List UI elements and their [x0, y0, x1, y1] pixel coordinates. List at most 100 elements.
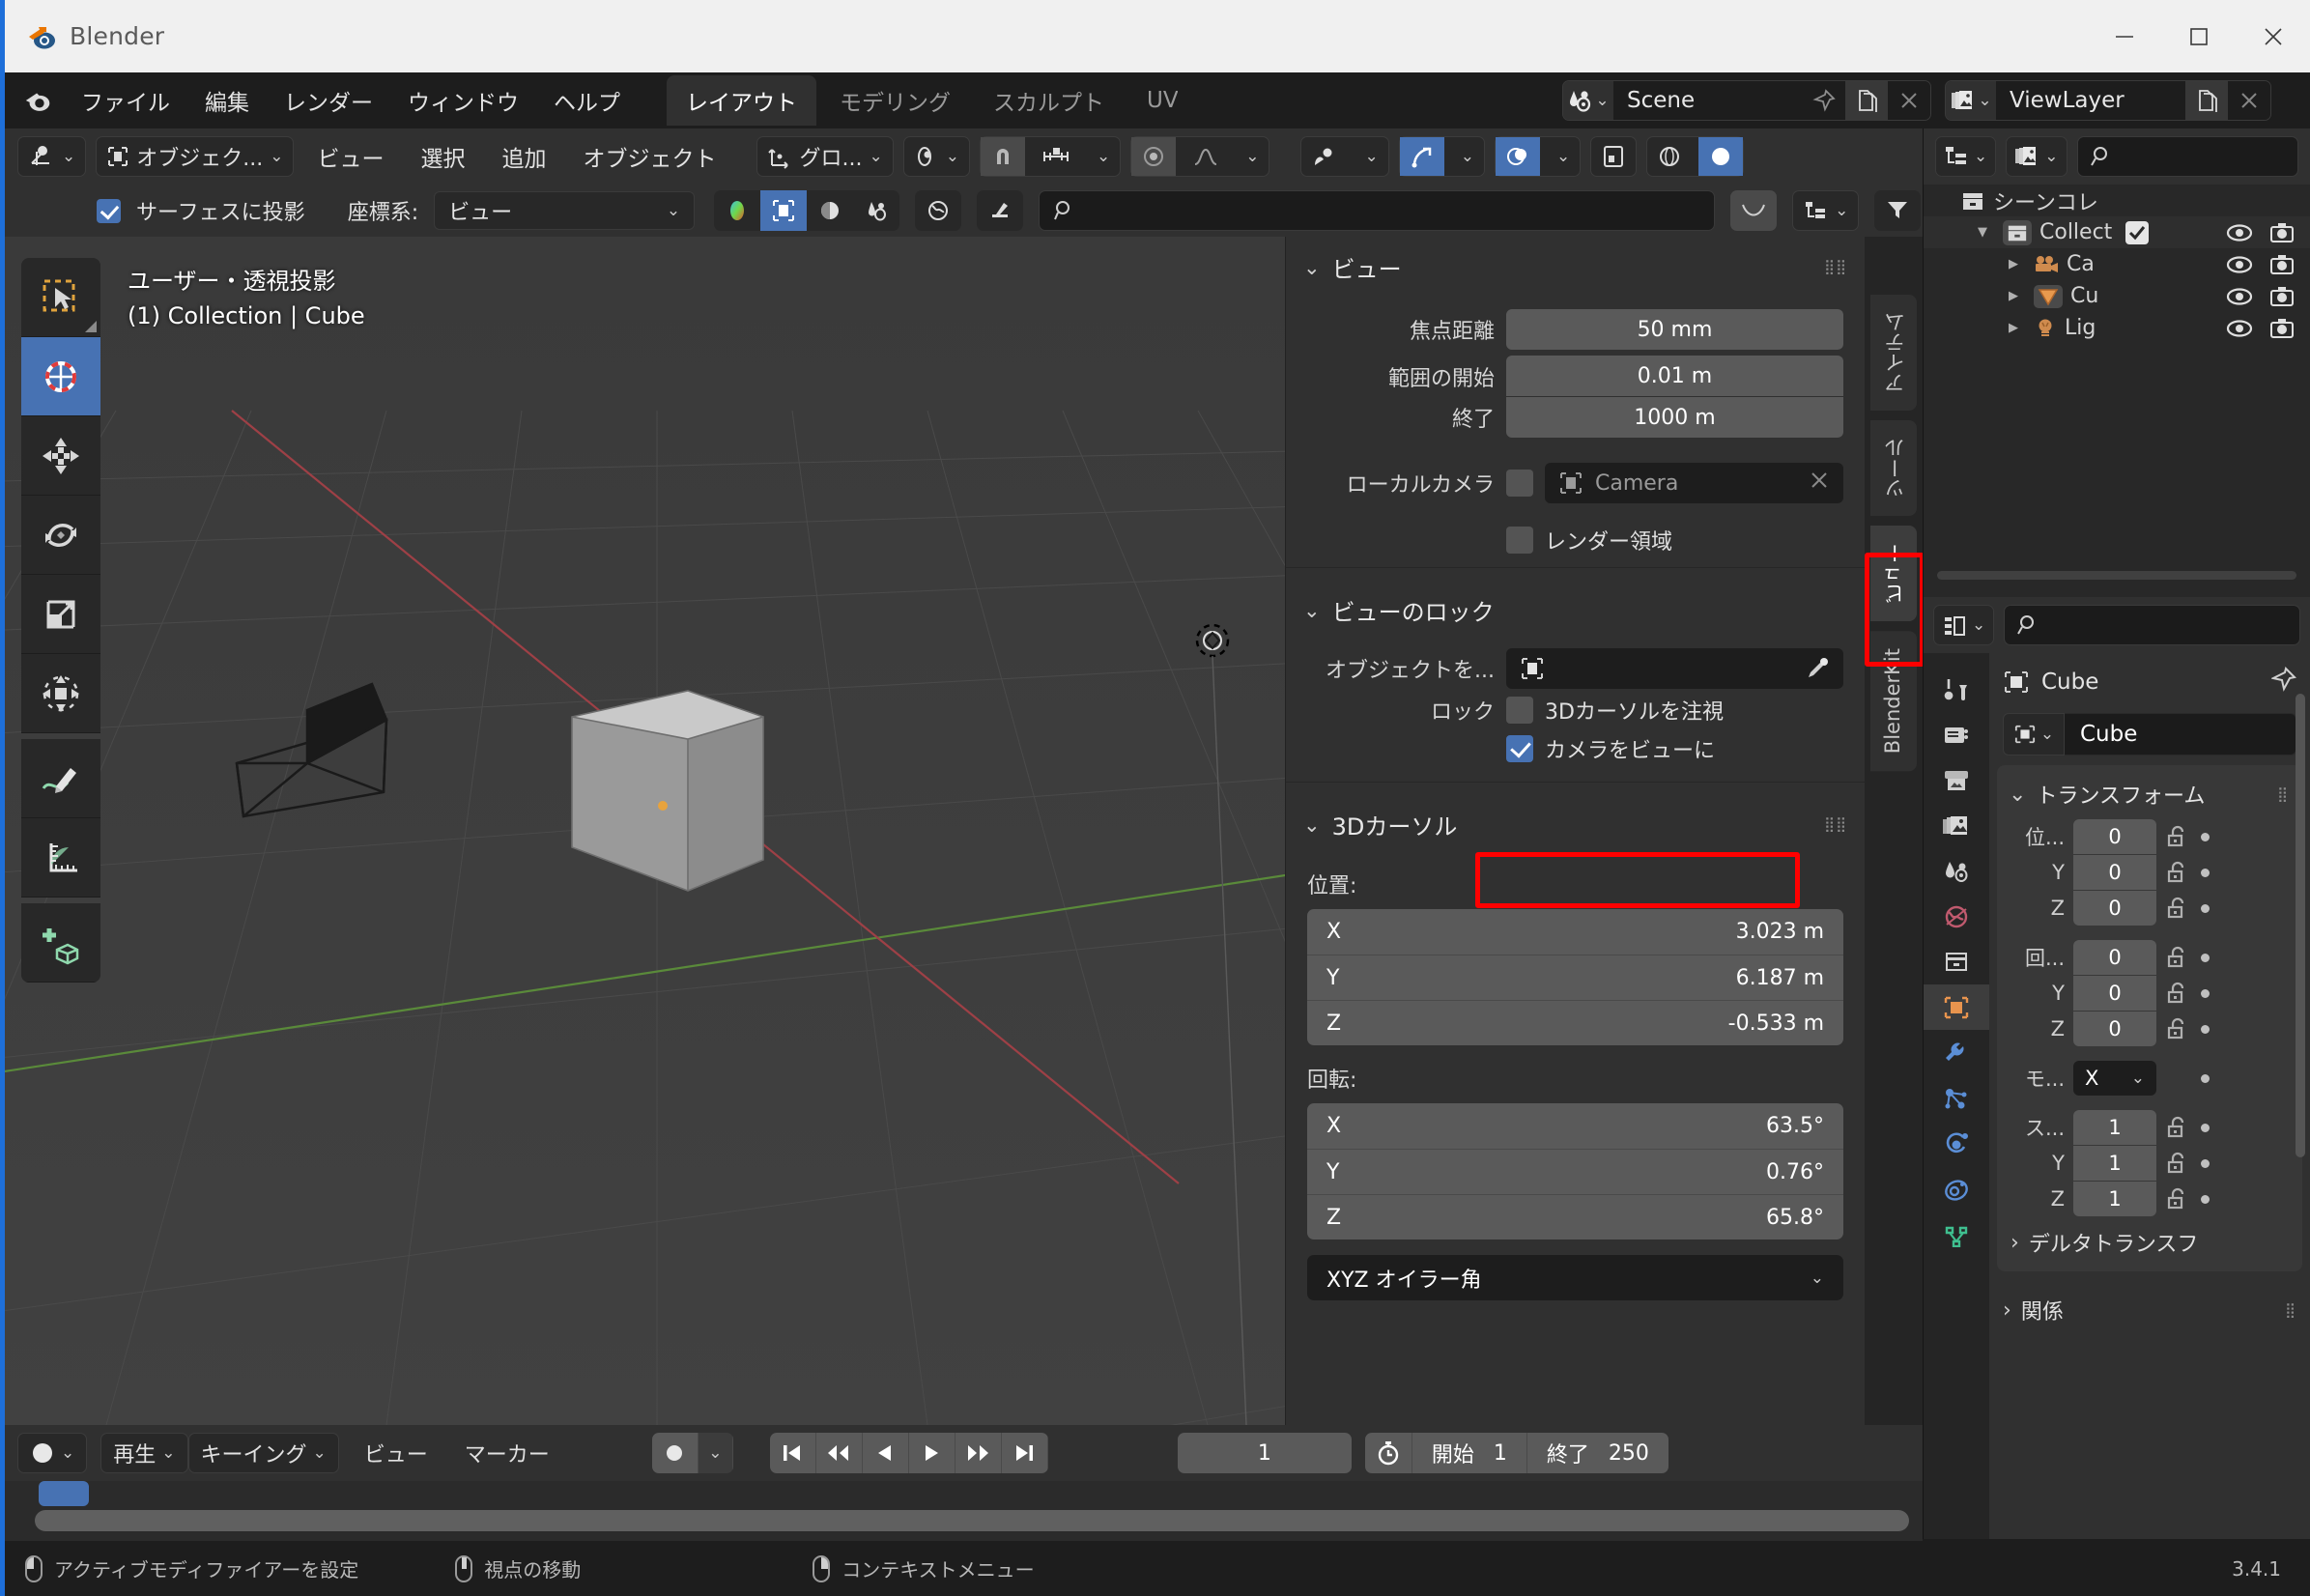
animate-dot-icon[interactable]	[2201, 1194, 2210, 1204]
rotation-z-field[interactable]: 0	[2073, 1012, 2156, 1046]
rotate-icon[interactable]	[21, 496, 100, 575]
timeline-playhead[interactable]	[39, 1481, 89, 1506]
chevron-right-icon[interactable]: ▶	[2009, 289, 2026, 303]
camera-render-icon[interactable]	[2269, 286, 2295, 307]
object-name-value[interactable]: Cube	[2065, 713, 2296, 755]
viewport-menu-view[interactable]: ビュー	[303, 136, 397, 177]
menu-edit[interactable]: 編集	[187, 78, 267, 123]
unlock-icon[interactable]	[2165, 825, 2192, 848]
outliner-row-scene-collection[interactable]: シーンコレ	[1924, 185, 2310, 216]
minimize-button[interactable]	[2087, 0, 2161, 72]
unlock-icon[interactable]	[2165, 946, 2192, 969]
animate-dot-icon[interactable]	[2201, 988, 2210, 998]
magnet-icon[interactable]	[980, 137, 1025, 176]
eye-icon[interactable]	[2226, 255, 2253, 274]
camera-render-icon[interactable]	[2269, 318, 2295, 339]
menu-file[interactable]: ファイル	[64, 78, 187, 123]
clip-end-field[interactable]: 1000 m	[1506, 397, 1843, 438]
focal-length-field[interactable]: 50 mm	[1506, 309, 1843, 350]
chevron-right-icon[interactable]: ▶	[2009, 257, 2026, 271]
menu-help[interactable]: ヘルプ	[536, 78, 638, 123]
delete-viewlayer-icon[interactable]	[2228, 81, 2270, 120]
cursor-rot-x[interactable]: X 63.5°	[1307, 1103, 1843, 1149]
delete-scene-icon[interactable]	[1888, 81, 1930, 120]
add-cube-icon[interactable]	[21, 903, 100, 983]
scale-z-field[interactable]: 1	[2073, 1182, 2156, 1216]
tab-modeling[interactable]: モデリング	[820, 75, 970, 126]
playback-dropdown[interactable]: 再生 ⌄	[100, 1433, 188, 1473]
eye-icon[interactable]	[2226, 287, 2253, 306]
lock-object-field[interactable]	[1506, 648, 1843, 689]
cursor-section-header[interactable]: ⌄ 3Dカーソル ⣿⣿	[1286, 794, 1865, 851]
animate-dot-icon[interactable]	[2201, 832, 2210, 841]
vtab-blenderkit[interactable]: BlenderKit	[1870, 631, 1917, 772]
collection-props-icon[interactable]	[1924, 939, 1989, 984]
falloff-curve-icon[interactable]	[1183, 137, 1229, 176]
cursor-loc-y[interactable]: Y 6.187 m	[1307, 955, 1843, 1000]
new-scene-icon[interactable]	[1845, 81, 1888, 120]
unlock-icon[interactable]	[2165, 1116, 2192, 1139]
unlock-icon[interactable]	[2165, 861, 2192, 884]
animate-dot-icon[interactable]	[2201, 953, 2210, 962]
outliner-filter-dropdown[interactable]: ⌄	[2006, 136, 2068, 177]
material-props-icon[interactable]	[853, 190, 900, 231]
transform-orientation-dropdown[interactable]: グロ... ⌄	[756, 136, 894, 177]
scale-y-field[interactable]: 1	[2073, 1146, 2156, 1181]
show-gizmo-group[interactable]: ⌄	[1300, 136, 1389, 177]
outliner-scrollbar[interactable]	[1937, 571, 2296, 580]
animate-dot-icon[interactable]	[2201, 903, 2210, 913]
orientation-select[interactable]: ビュー ⌄	[434, 191, 696, 230]
modifier-icon[interactable]	[1924, 1030, 1989, 1075]
filter-list-dropdown[interactable]: ⌄	[1792, 190, 1860, 231]
snap-settings-icon[interactable]	[1032, 137, 1080, 176]
maximize-button[interactable]	[2161, 0, 2236, 72]
tweak-select-box-icon[interactable]	[21, 258, 100, 337]
location-y-field[interactable]: 0	[2073, 855, 2156, 890]
animate-dot-icon[interactable]	[2201, 1123, 2210, 1132]
outliner-row-light[interactable]: ▶ Lig	[1924, 312, 2310, 344]
constraints-icon[interactable]	[1924, 1166, 1989, 1211]
curve-filter-icon[interactable]	[1730, 190, 1778, 231]
rotation-mode-dropdown[interactable]: X ⌄	[2073, 1061, 2156, 1096]
object-name-field[interactable]: ⌄ Cube	[2003, 713, 2296, 755]
viewport-menu-add[interactable]: 追加	[488, 136, 559, 177]
output-icon[interactable]	[1924, 757, 1989, 803]
outliner-row-collection[interactable]: ▼ Collect	[1924, 216, 2310, 248]
editor-type-button[interactable]: ⌄	[17, 136, 87, 177]
location-x-field[interactable]: 0	[2073, 819, 2156, 854]
timeline-menu-marker[interactable]: マーカー	[453, 1438, 561, 1468]
outliner-search-input[interactable]	[2076, 136, 2298, 177]
camera-to-view-checkbox[interactable]	[1506, 735, 1533, 762]
filter-funnel-icon[interactable]	[1874, 190, 1922, 231]
unlock-icon[interactable]	[2165, 982, 2192, 1005]
viewport-menu-select[interactable]: 選択	[407, 136, 478, 177]
annotate-icon[interactable]	[21, 739, 100, 818]
close-button[interactable]	[2236, 0, 2310, 72]
timeline-scrollbar[interactable]	[35, 1510, 1909, 1531]
camera-render-icon[interactable]	[2269, 254, 2295, 275]
data-icon[interactable]	[1924, 1211, 1989, 1257]
pin-icon[interactable]	[2270, 667, 2297, 698]
clear-camera-icon[interactable]	[1809, 470, 1830, 497]
timeline-menu-view[interactable]: ビュー	[353, 1438, 440, 1468]
keying-dropdown[interactable]: キーイング ⌄	[187, 1433, 339, 1473]
rendered-shading-icon[interactable]	[714, 190, 761, 231]
frame-end-field[interactable]: 終了 250	[1526, 1433, 1668, 1473]
tool-icon[interactable]	[1924, 667, 1989, 712]
prev-keyframe-icon[interactable]	[815, 1433, 863, 1473]
scale-icon[interactable]	[21, 575, 100, 654]
tab-sculpting[interactable]: スカルプト	[974, 75, 1124, 126]
viewport-shading-group[interactable]	[714, 190, 900, 231]
menu-window[interactable]: ウィンドウ	[390, 78, 536, 123]
scene-selector[interactable]: ⌄ Scene	[1562, 80, 1931, 121]
jump-end-icon[interactable]	[1001, 1433, 1048, 1473]
particles-icon[interactable]	[1924, 1075, 1989, 1121]
solid-shade-icon[interactable]	[760, 190, 808, 231]
eye-icon[interactable]	[2226, 223, 2253, 242]
vi[interactable]	[1924, 803, 1989, 848]
timeline-editor-type-button[interactable]: ⌄	[17, 1433, 88, 1473]
world-props-small-icon[interactable]	[915, 190, 962, 231]
vtab-view[interactable]: ビュー	[1870, 526, 1917, 621]
cursor-icon[interactable]	[21, 337, 100, 416]
chevron-down-icon[interactable]: ▼	[1978, 225, 1995, 240]
